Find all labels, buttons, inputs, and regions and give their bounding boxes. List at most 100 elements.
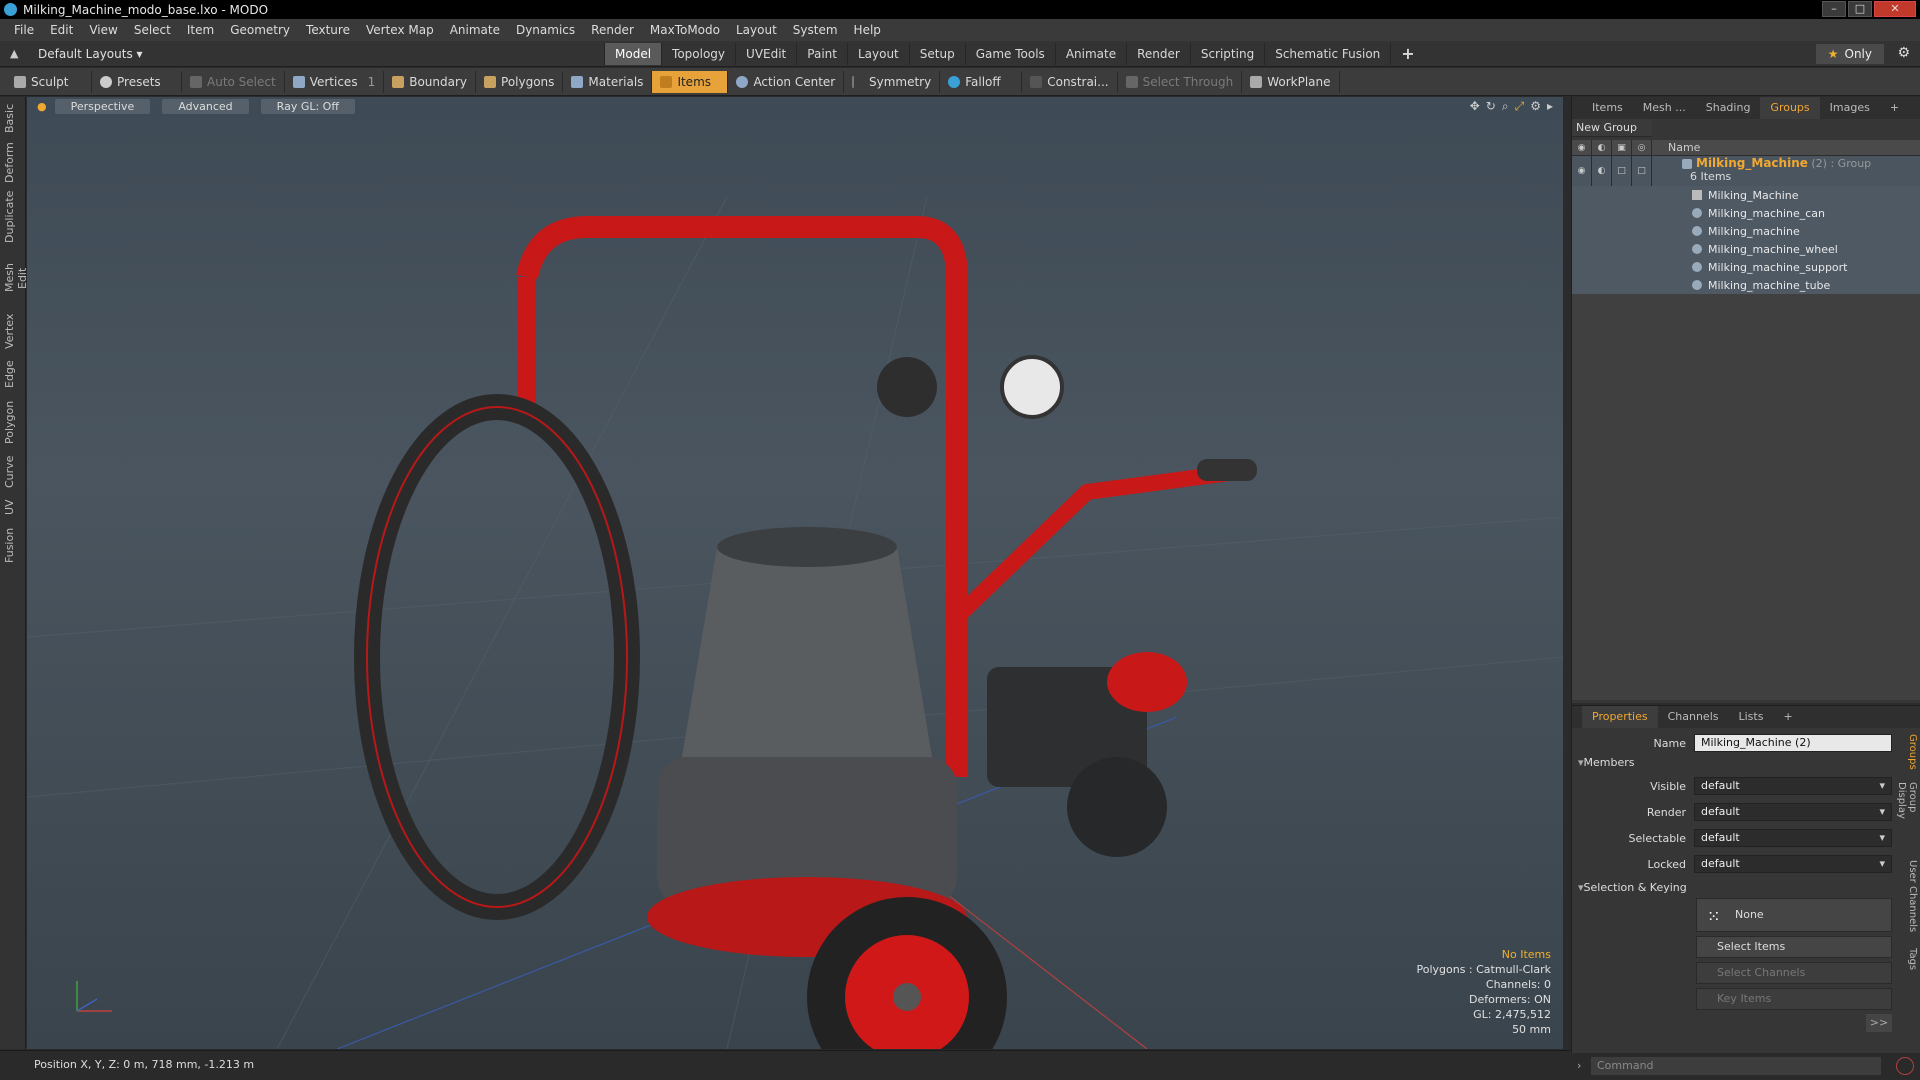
vtab-mesh-edit[interactable]: Mesh Edit [3, 253, 29, 303]
tab-shading[interactable]: Shading [1696, 97, 1761, 119]
vertices-button[interactable]: Vertices 1 [285, 70, 385, 93]
members-section[interactable]: Members [1578, 756, 1635, 769]
menu-render[interactable]: Render [583, 23, 642, 37]
move-view-icon[interactable]: ✥ [1470, 99, 1480, 114]
render-toggle-icon[interactable]: ◐ [1592, 156, 1612, 186]
list-item[interactable]: Milking_machine_tube [1572, 276, 1920, 294]
more-button[interactable]: >> [1866, 1014, 1892, 1032]
list-item[interactable]: Milking_Machine [1572, 186, 1920, 204]
rotate-view-icon[interactable]: ↻ [1486, 99, 1496, 114]
menu-geometry[interactable]: Geometry [222, 23, 298, 37]
gear-icon[interactable]: ⚙ [1897, 45, 1910, 61]
menu-maxtomodo[interactable]: MaxToModo [642, 23, 728, 37]
render-col-icon[interactable]: ◐ [1592, 139, 1612, 156]
lock-col-icon[interactable]: ▣ [1612, 139, 1632, 156]
list-item[interactable]: Milking_machine_support [1572, 258, 1920, 276]
menu-dynamics[interactable]: Dynamics [508, 23, 583, 37]
select-toggle-icon[interactable]: □ [1632, 156, 1652, 186]
visibility-col-icon[interactable]: ◉ [1572, 139, 1592, 156]
selection-keying-section[interactable]: Selection & Keying [1578, 881, 1687, 894]
locked-dropdown[interactable]: default [1694, 855, 1892, 873]
select-channels-button[interactable]: Select Channels [1696, 962, 1892, 984]
workplane-button[interactable]: WorkPlane [1242, 70, 1340, 93]
add-tab-button[interactable]: + [1390, 43, 1424, 65]
vtab-polygon[interactable]: Polygon [3, 399, 23, 445]
none-button[interactable]: ⁙ None [1696, 898, 1892, 932]
presets-button[interactable]: Presets [92, 70, 182, 93]
tab-setup[interactable]: Setup [908, 43, 965, 65]
only-button[interactable]: ★ Only [1815, 44, 1884, 64]
menu-edit[interactable]: Edit [42, 23, 81, 37]
menu-select[interactable]: Select [126, 23, 179, 37]
name-field[interactable]: Milking_Machine (2) [1694, 734, 1892, 752]
menu-texture[interactable]: Texture [298, 23, 358, 37]
vtab-groups[interactable]: Groups [1902, 734, 1918, 774]
close-button[interactable]: ✕ [1874, 1, 1916, 17]
list-item[interactable]: Milking_machine [1572, 222, 1920, 240]
vtab-fusion[interactable]: Fusion [3, 525, 23, 565]
tab-uvedit[interactable]: UVEdit [735, 43, 796, 65]
vtab-curve[interactable]: Curve [3, 455, 23, 489]
render-dropdown[interactable]: default [1694, 803, 1892, 821]
menu-system[interactable]: System [785, 23, 846, 37]
visible-dropdown[interactable]: default [1694, 777, 1892, 795]
command-input[interactable]: Command [1591, 1057, 1881, 1075]
name-column-header[interactable]: Name [1652, 141, 1700, 154]
tab-render[interactable]: Render [1126, 43, 1190, 65]
shading-advanced-button[interactable]: Advanced [162, 98, 249, 114]
vtab-deform[interactable]: Deform [3, 142, 23, 183]
menu-help[interactable]: Help [846, 23, 889, 37]
minimize-button[interactable]: – [1822, 1, 1846, 17]
menu-file[interactable]: File [6, 23, 42, 37]
tab-scripting[interactable]: Scripting [1189, 43, 1264, 65]
symmetry-button[interactable]: Symmetry [844, 70, 941, 93]
view-perspective-button[interactable]: Perspective [54, 98, 151, 114]
select-through-button[interactable]: Select Through [1118, 70, 1243, 93]
tab-properties[interactable]: Properties [1582, 706, 1658, 728]
add-props-tab-button[interactable]: + [1773, 706, 1802, 728]
zoom-view-icon[interactable]: ⌕ [1502, 99, 1509, 114]
boundary-button[interactable]: Boundary [384, 70, 477, 93]
items-button[interactable]: Items [652, 70, 729, 93]
tab-model[interactable]: Model [604, 43, 662, 65]
maximize-button[interactable]: □ [1848, 1, 1872, 17]
viewport-settings-icon[interactable]: ⚙ [1530, 99, 1541, 114]
vtab-tags[interactable]: Tags [1902, 948, 1918, 978]
tab-animate[interactable]: Animate [1054, 43, 1126, 65]
menu-vertex-map[interactable]: Vertex Map [358, 23, 442, 37]
raygl-button[interactable]: Ray GL: Off [260, 98, 355, 114]
tab-paint[interactable]: Paint [796, 43, 847, 65]
vtab-vertex[interactable]: Vertex [3, 313, 23, 349]
list-item[interactable]: Milking_machine_wheel [1572, 240, 1920, 258]
polygons-button[interactable]: Polygons [476, 70, 564, 93]
tab-images[interactable]: Images [1820, 97, 1880, 119]
viewport-menu-icon[interactable]: ▸ [1547, 99, 1553, 114]
3d-viewport[interactable]: ● Perspective Advanced Ray GL: Off ✥ ↻ ⌕… [27, 97, 1563, 1049]
fit-view-icon[interactable]: ⤢ [1515, 99, 1525, 114]
tab-game-tools[interactable]: Game Tools [964, 43, 1055, 65]
menu-animate[interactable]: Animate [442, 23, 508, 37]
record-icon[interactable] [1896, 1057, 1914, 1075]
tab-layout[interactable]: Layout [846, 43, 909, 65]
tab-items[interactable]: Items [1582, 97, 1633, 119]
select-items-button[interactable]: Select Items [1696, 936, 1892, 958]
group-row[interactable]: ◉ ◐ □ □ Milking_Machine (2) : Group 6 It… [1572, 156, 1920, 186]
tab-groups[interactable]: Groups [1760, 97, 1820, 119]
menu-layout[interactable]: Layout [728, 23, 785, 37]
vtab-uv[interactable]: UV [3, 497, 23, 517]
menu-item[interactable]: Item [179, 23, 222, 37]
new-group-button[interactable]: New Group [1572, 119, 1652, 137]
selectable-dropdown[interactable]: default [1694, 829, 1892, 847]
layout-arrow-icon[interactable]: ▲ [10, 47, 18, 60]
tab-topology[interactable]: Topology [661, 43, 735, 65]
vtab-group-display[interactable]: Group Display [1896, 782, 1918, 852]
key-items-button[interactable]: Key Items [1696, 988, 1892, 1010]
auto-select-button[interactable]: Auto Select [182, 70, 285, 93]
vtab-user-channels[interactable]: User Channels [1902, 860, 1918, 940]
eye-icon[interactable]: ◉ [1572, 156, 1592, 186]
menu-view[interactable]: View [81, 23, 125, 37]
sculpt-button[interactable]: Sculpt [6, 70, 92, 93]
action-center-button[interactable]: Action Center [728, 70, 845, 93]
list-item[interactable]: Milking_machine_can [1572, 204, 1920, 222]
constraints-button[interactable]: Constrai... [1022, 70, 1118, 93]
